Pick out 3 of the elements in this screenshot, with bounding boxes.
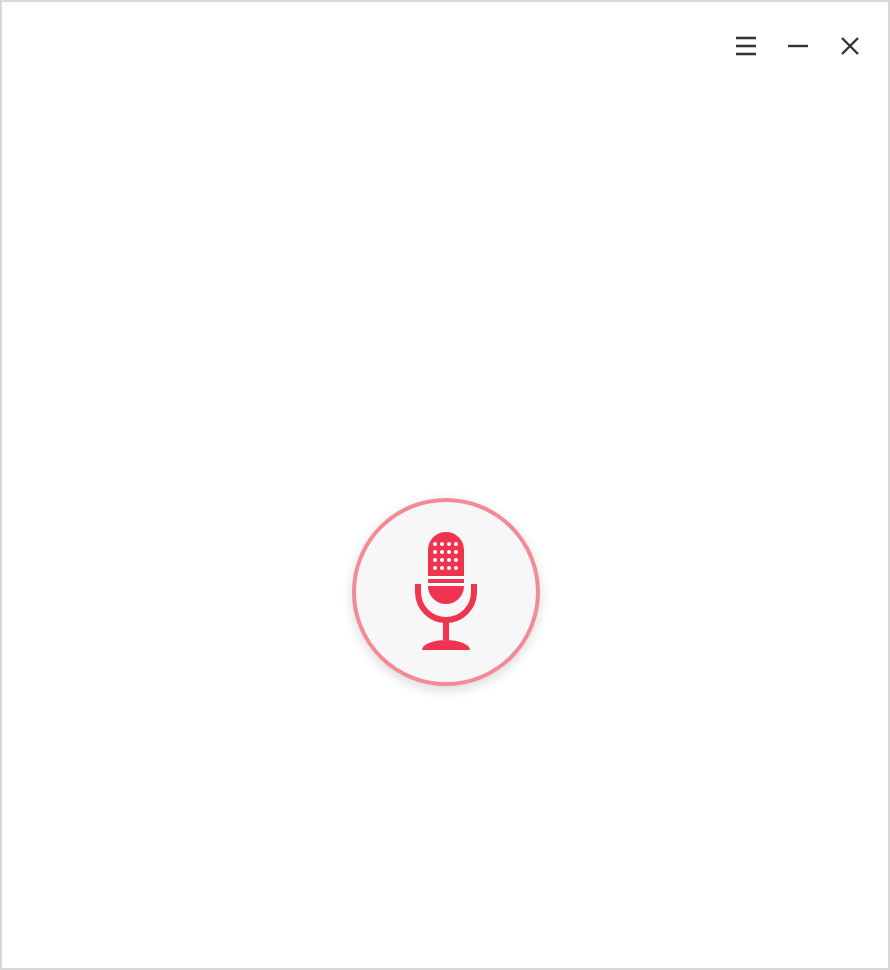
microphone-icon bbox=[413, 532, 477, 652]
menu-icon bbox=[734, 34, 758, 58]
close-icon bbox=[838, 34, 862, 58]
